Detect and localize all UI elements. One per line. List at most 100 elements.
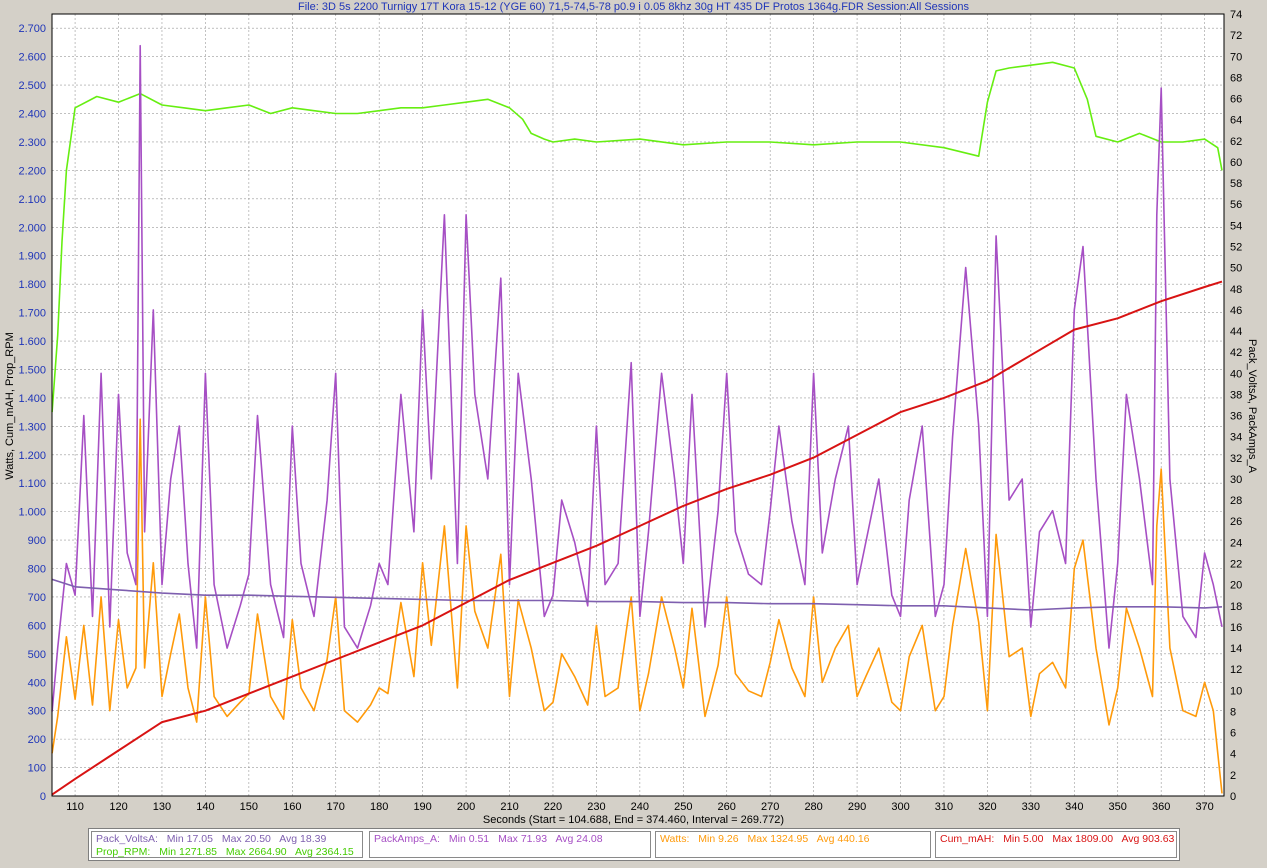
y-right-tick-label: 72: [1230, 30, 1242, 42]
legend-row-rpm: Prop_RPM: Min 1271.85 Max 2664.90 Avg 23…: [96, 846, 358, 859]
x-tick-label: 320: [978, 801, 996, 813]
y-axis-label-right: Pack_VoltsA, PackAmps_A: [1246, 339, 1258, 473]
legend-box-watts: Watts: Min 9.26 Max 1324.95 Avg 440.16: [655, 831, 931, 858]
y-right-tick-label: 0: [1230, 791, 1236, 803]
legend-volts-max: Max 20.50: [221, 833, 271, 845]
y-right-tick-label: 64: [1230, 115, 1242, 127]
y-right-tick-label: 30: [1230, 474, 1242, 486]
y-right-tick-label: 34: [1230, 432, 1242, 444]
y-right-tick-label: 26: [1230, 516, 1242, 528]
y-left-tick-label: 2.400: [18, 109, 46, 121]
legend-box-volts-rpm: Pack_VoltsA: Min 17.05 Max 20.50 Avg 18.…: [91, 831, 363, 858]
x-tick-label: 360: [1152, 801, 1170, 813]
y-right-tick-label: 12: [1230, 664, 1242, 676]
y-left-tick-label: 0: [40, 791, 46, 803]
y-left-tick-label: 600: [28, 620, 46, 632]
y-left-tick-label: 1.800: [18, 279, 46, 291]
y-left-tick-label: 900: [28, 535, 46, 547]
x-tick-label: 330: [1022, 801, 1040, 813]
x-tick-label: 180: [370, 801, 388, 813]
y-right-tick-label: 36: [1230, 411, 1242, 423]
x-tick-label: 290: [848, 801, 866, 813]
legend-rpm-label: Prop_RPM:: [96, 846, 151, 858]
y-left-tick-label: 1.900: [18, 251, 46, 263]
x-tick-label: 170: [327, 801, 345, 813]
legend-volts-label: Pack_VoltsA:: [96, 833, 158, 845]
x-tick-label: 150: [240, 801, 258, 813]
y-right-tick-label: 68: [1230, 72, 1242, 84]
y-left-tick-label: 200: [28, 734, 46, 746]
y-left-tick-label: 1.700: [18, 308, 46, 320]
y-right-tick-label: 6: [1230, 728, 1236, 740]
x-tick-label: 250: [674, 801, 692, 813]
y-left-tick-label: 1.000: [18, 507, 46, 519]
y-left-tick-label: 500: [28, 649, 46, 661]
x-tick-label: 240: [631, 801, 649, 813]
legend-row-amps: PackAmps_A: Min 0.51 Max 71.93 Avg 24.08: [374, 833, 646, 846]
y-right-tick-label: 46: [1230, 305, 1242, 317]
x-tick-label: 300: [891, 801, 909, 813]
y-right-tick-label: 22: [1230, 559, 1242, 571]
y-left-tick-label: 2.600: [18, 52, 46, 64]
y-right-tick-label: 20: [1230, 580, 1242, 592]
y-right-tick-label: 10: [1230, 685, 1242, 697]
y-right-tick-label: 28: [1230, 495, 1242, 507]
legend-amps-label: PackAmps_A:: [374, 833, 440, 845]
legend-watts-label: Watts:: [660, 833, 690, 845]
x-tick-label: 310: [935, 801, 953, 813]
y-right-tick-label: 38: [1230, 389, 1242, 401]
legend-rpm-max: Max 2664.90: [225, 846, 287, 858]
legend-row-volts: Pack_VoltsA: Min 17.05 Max 20.50 Avg 18.…: [96, 833, 358, 846]
y-right-tick-label: 2: [1230, 770, 1236, 782]
y-left-tick-label: 2.300: [18, 137, 46, 149]
y-left-tick-label: 1.600: [18, 336, 46, 348]
y-right-tick-label: 32: [1230, 453, 1242, 465]
y-left-tick-label: 2.700: [18, 23, 46, 35]
legend-mah-max: Max 1809.00: [1052, 833, 1114, 845]
x-tick-label: 140: [196, 801, 214, 813]
y-left-tick-label: 1.200: [18, 450, 46, 462]
y-left-tick-label: 1.300: [18, 421, 46, 433]
y-right-tick-label: 70: [1230, 51, 1242, 63]
x-tick-label: 230: [587, 801, 605, 813]
y-right-tick-label: 4: [1230, 749, 1236, 761]
x-tick-label: 190: [413, 801, 431, 813]
legend-amps-min: Min 0.51: [448, 833, 490, 845]
x-tick-label: 280: [804, 801, 822, 813]
y-right-tick-label: 60: [1230, 157, 1242, 169]
x-tick-label: 200: [457, 801, 475, 813]
y-right-tick-label: 48: [1230, 284, 1242, 296]
legend-mah-label: Cum_mAH:: [940, 833, 995, 845]
legend-watts-max: Max 1324.95: [747, 833, 809, 845]
x-tick-label: 220: [544, 801, 562, 813]
x-axis-label: Seconds (Start = 104.688, End = 374.460,…: [482, 814, 785, 826]
x-tick-label: 340: [1065, 801, 1083, 813]
y-right-tick-label: 54: [1230, 220, 1242, 232]
y-axis-label-left: Watts, Cum_mAH, Prop_RPM: [4, 332, 16, 480]
y-right-tick-label: 18: [1230, 601, 1242, 613]
y-left-tick-label: 2.000: [18, 222, 46, 234]
y-right-tick-label: 50: [1230, 263, 1242, 275]
legend-row-mah: Cum_mAH: Min 5.00 Max 1809.00 Avg 903.63: [940, 833, 1174, 846]
legend-volts-avg: Avg 18.39: [279, 833, 327, 845]
x-tick-label: 120: [109, 801, 127, 813]
y-right-tick-label: 44: [1230, 326, 1242, 338]
y-left-tick-label: 700: [28, 592, 46, 604]
legend-box-amps: PackAmps_A: Min 0.51 Max 71.93 Avg 24.08: [369, 831, 651, 858]
y-left-tick-label: 100: [28, 763, 46, 775]
legend-amps-avg: Avg 24.08: [555, 833, 603, 845]
x-tick-label: 210: [500, 801, 518, 813]
y-left-tick-label: 2.200: [18, 165, 46, 177]
x-tick-label: 370: [1195, 801, 1213, 813]
y-right-tick-label: 8: [1230, 706, 1236, 718]
legend-row-watts: Watts: Min 9.26 Max 1324.95 Avg 440.16: [660, 833, 926, 846]
legend-mah-min: Min 5.00: [1003, 833, 1044, 845]
legend-box-mah: Cum_mAH: Min 5.00 Max 1809.00 Avg 903.63: [935, 831, 1177, 858]
x-tick-label: 160: [283, 801, 301, 813]
y-left-tick-label: 1.100: [18, 478, 46, 490]
y-right-tick-label: 16: [1230, 622, 1242, 634]
x-tick-label: 350: [1109, 801, 1127, 813]
legend: Pack_VoltsA: Min 17.05 Max 20.50 Avg 18.…: [88, 828, 1180, 861]
y-left-tick-label: 1.500: [18, 364, 46, 376]
legend-rpm-min: Min 1271.85: [159, 846, 217, 858]
